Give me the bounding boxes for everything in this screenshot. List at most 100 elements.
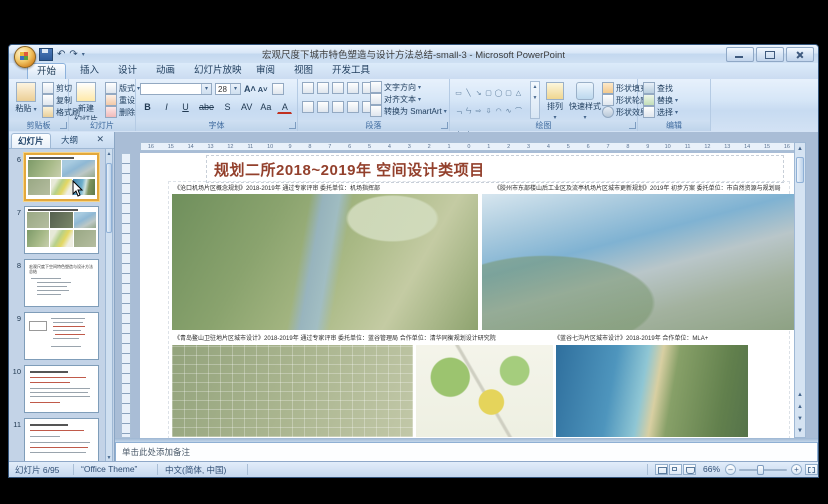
justify-icon[interactable] xyxy=(347,101,359,113)
copy-button[interactable]: 复制 xyxy=(42,94,72,106)
elbow-shape-icon[interactable]: ﹁ xyxy=(454,107,463,116)
slide-11-thumbnail[interactable] xyxy=(24,418,99,466)
find-button[interactable]: 查找 xyxy=(643,82,673,94)
next-slide-icon[interactable]: ▼▼ xyxy=(795,413,805,425)
oval-shape-icon[interactable]: ◯ xyxy=(494,89,503,98)
italic-button[interactable]: I xyxy=(159,101,174,113)
slide-9-thumbnail[interactable] xyxy=(24,312,99,360)
delete-button[interactable]: 删除 xyxy=(105,106,135,118)
strikethrough-button[interactable]: abe xyxy=(197,101,216,113)
rectangle-shape-icon[interactable]: ▭ xyxy=(454,89,463,98)
character-spacing-button[interactable]: AV xyxy=(239,101,254,113)
scroll-up-icon[interactable]: ▲ xyxy=(106,151,112,157)
previous-slide-icon[interactable]: ▲▲ xyxy=(795,389,805,401)
normal-view-button[interactable] xyxy=(655,464,668,475)
reset-button[interactable]: 重设 xyxy=(105,94,135,106)
bold-button[interactable]: B xyxy=(140,101,155,113)
square-shape-icon[interactable]: ▢ xyxy=(484,89,493,98)
rounded-rect-shape-icon[interactable]: ▢ xyxy=(504,89,513,98)
clipboard-dialog-launcher-icon[interactable] xyxy=(60,122,67,129)
shrink-font-icon[interactable]: A˅ xyxy=(258,85,268,94)
drawing-dialog-launcher-icon[interactable] xyxy=(629,122,636,129)
grow-font-icon[interactable]: A˄ xyxy=(244,84,256,94)
arrow-shape-icon[interactable]: ↘ xyxy=(474,89,483,98)
bullets-icon[interactable] xyxy=(302,82,314,94)
font-dialog-launcher-icon[interactable] xyxy=(289,122,296,129)
tab-review[interactable]: 审阅 xyxy=(247,63,284,78)
quick-styles-button[interactable]: 快速样式▾ xyxy=(568,81,602,119)
new-slide-button[interactable]: 新建 幻灯片 xyxy=(71,81,101,119)
tab-insert[interactable]: 插入 xyxy=(71,63,108,78)
office-button[interactable] xyxy=(14,46,36,68)
align-right-icon[interactable] xyxy=(332,101,344,113)
zoom-in-icon[interactable]: + xyxy=(791,464,802,475)
scroll-down-icon[interactable]: ▼ xyxy=(795,425,805,437)
tab-developer[interactable]: 开发工具 xyxy=(323,63,379,78)
paste-button[interactable]: 粘贴 ▾ xyxy=(11,81,41,119)
replace-button[interactable]: 替换▾ xyxy=(643,94,678,106)
smartart-button[interactable]: 转换为 SmartArt▾ xyxy=(370,105,447,117)
font-name-combobox[interactable]: ▾ xyxy=(140,83,212,95)
zoom-level[interactable]: 66% xyxy=(703,464,720,474)
outline-tab[interactable]: 大纲 xyxy=(55,133,84,147)
slides-tab[interactable]: 幻灯片 xyxy=(11,133,51,148)
down-arrow-shape-icon[interactable]: ⇩ xyxy=(484,107,493,116)
tab-design[interactable]: 设计 xyxy=(109,63,146,78)
slide-8-thumbnail[interactable]: 宏观尺度下空间特色塑造与设计方法总结 xyxy=(24,259,99,307)
layout-button[interactable]: 版式▾ xyxy=(105,82,140,94)
panel-scrollbar[interactable]: ▲ ▼ xyxy=(105,148,113,464)
panel-scroll-thumb[interactable] xyxy=(106,163,112,233)
scroll-up-icon[interactable]: ▲ xyxy=(795,143,805,155)
align-text-button[interactable]: 对齐文本▾ xyxy=(370,93,421,105)
arc-shape-icon[interactable]: ⌒ xyxy=(514,107,523,116)
ruler-number: 3 xyxy=(519,143,539,150)
shapes-gallery-scroll[interactable]: ▲▼ xyxy=(530,81,540,119)
quick-styles-icon xyxy=(576,82,594,100)
decrease-indent-icon[interactable] xyxy=(332,82,344,94)
tab-animations[interactable]: 动画 xyxy=(147,63,184,78)
cloud-shape-icon[interactable]: ◠ xyxy=(494,107,503,116)
numbering-icon[interactable] xyxy=(317,82,329,94)
ruler-number: 9 xyxy=(638,143,658,150)
slide-7-thumbnail[interactable] xyxy=(24,206,99,254)
underline-button[interactable]: U xyxy=(178,101,193,113)
font-size-combobox[interactable]: 28▾ xyxy=(215,83,241,95)
zoom-slider-thumb[interactable] xyxy=(757,465,764,475)
tab-view[interactable]: 视图 xyxy=(285,63,322,78)
ruler-number: 14 xyxy=(181,143,201,150)
grow-shrink-font-buttons[interactable]: A˄A˅ xyxy=(244,83,284,95)
minimize-button[interactable] xyxy=(726,47,754,62)
line-shape-icon[interactable]: ╲ xyxy=(464,89,473,98)
close-button[interactable] xyxy=(786,47,814,62)
connector-shape-icon[interactable]: ㄣ xyxy=(464,107,473,116)
ruler-number: 5 xyxy=(558,143,578,150)
shadow-button[interactable]: S xyxy=(220,101,235,113)
font-color-button[interactable]: A xyxy=(277,101,292,114)
align-left-icon[interactable] xyxy=(302,101,314,113)
panel-close-icon[interactable]: ✕ xyxy=(96,134,104,145)
slide-6-thumbnail[interactable] xyxy=(24,153,99,201)
arrange-button[interactable]: 排列▾ xyxy=(542,81,568,119)
align-center-icon[interactable] xyxy=(317,101,329,113)
slide-canvas[interactable]: 规划二所2018~2019年 空间设计类项目 《沧口机场片区概念规划》2018-… xyxy=(140,153,798,438)
text-direction-button[interactable]: 文字方向▾ xyxy=(370,81,421,93)
change-case-button[interactable]: Aa xyxy=(258,101,273,113)
tab-home[interactable]: 开始 xyxy=(27,63,66,79)
scribble-shape-icon[interactable]: ∿ xyxy=(504,107,513,116)
editor-scrollbar[interactable]: ▲ ▲▲ ▼▼ ▼ xyxy=(794,142,806,438)
restore-button[interactable] xyxy=(756,47,784,62)
triangle-shape-icon[interactable]: △ xyxy=(514,89,523,98)
slide-10-thumbnail[interactable] xyxy=(24,365,99,413)
slideshow-view-button[interactable] xyxy=(683,464,696,475)
clear-formatting-icon[interactable] xyxy=(272,83,284,95)
select-button[interactable]: 选择▾ xyxy=(643,106,678,118)
slide-sorter-view-button[interactable] xyxy=(669,464,682,475)
editor-scroll-thumb[interactable] xyxy=(796,157,804,183)
tab-slideshow[interactable]: 幻灯片放映 xyxy=(185,63,251,78)
paragraph-dialog-launcher-icon[interactable] xyxy=(441,122,448,129)
cut-button[interactable]: 剪切 xyxy=(42,82,72,94)
zoom-out-icon[interactable]: – xyxy=(725,464,736,475)
increase-indent-icon[interactable] xyxy=(347,82,359,94)
fit-to-window-button[interactable] xyxy=(805,464,818,475)
block-arrow-shape-icon[interactable]: ⇨ xyxy=(474,107,483,116)
